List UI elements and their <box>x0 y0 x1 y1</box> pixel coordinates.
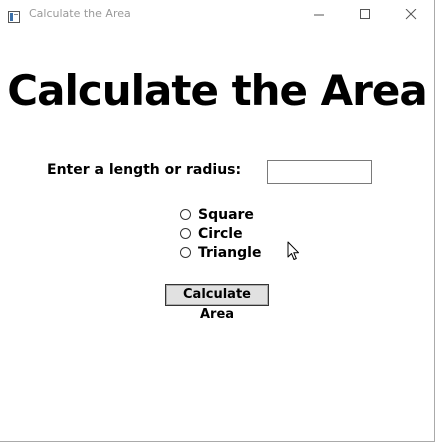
radio-button-square[interactable] <box>180 209 191 220</box>
page-title: Calculate the Area <box>7 66 427 115</box>
minimize-button[interactable] <box>296 0 342 29</box>
radio-button-circle[interactable] <box>180 228 191 239</box>
close-button[interactable] <box>388 0 434 29</box>
calculate-area-button[interactable]: Calculate Area <box>165 284 269 322</box>
app-window: Calculate the Area Calculate the Area En… <box>0 0 435 442</box>
length-label: Enter a length or radius: <box>47 162 242 178</box>
radio-label-circle: Circle <box>198 226 243 242</box>
app-icon <box>8 8 20 23</box>
length-input[interactable] <box>267 160 372 184</box>
maximize-button[interactable] <box>342 0 388 29</box>
window-title: Calculate the Area <box>29 7 131 20</box>
mouse-pointer-icon <box>287 241 301 266</box>
radio-button-triangle[interactable] <box>180 247 191 258</box>
title-bar[interactable]: Calculate the Area <box>0 0 434 29</box>
radio-label-square: Square <box>198 207 254 223</box>
radio-label-triangle: Triangle <box>198 245 262 261</box>
